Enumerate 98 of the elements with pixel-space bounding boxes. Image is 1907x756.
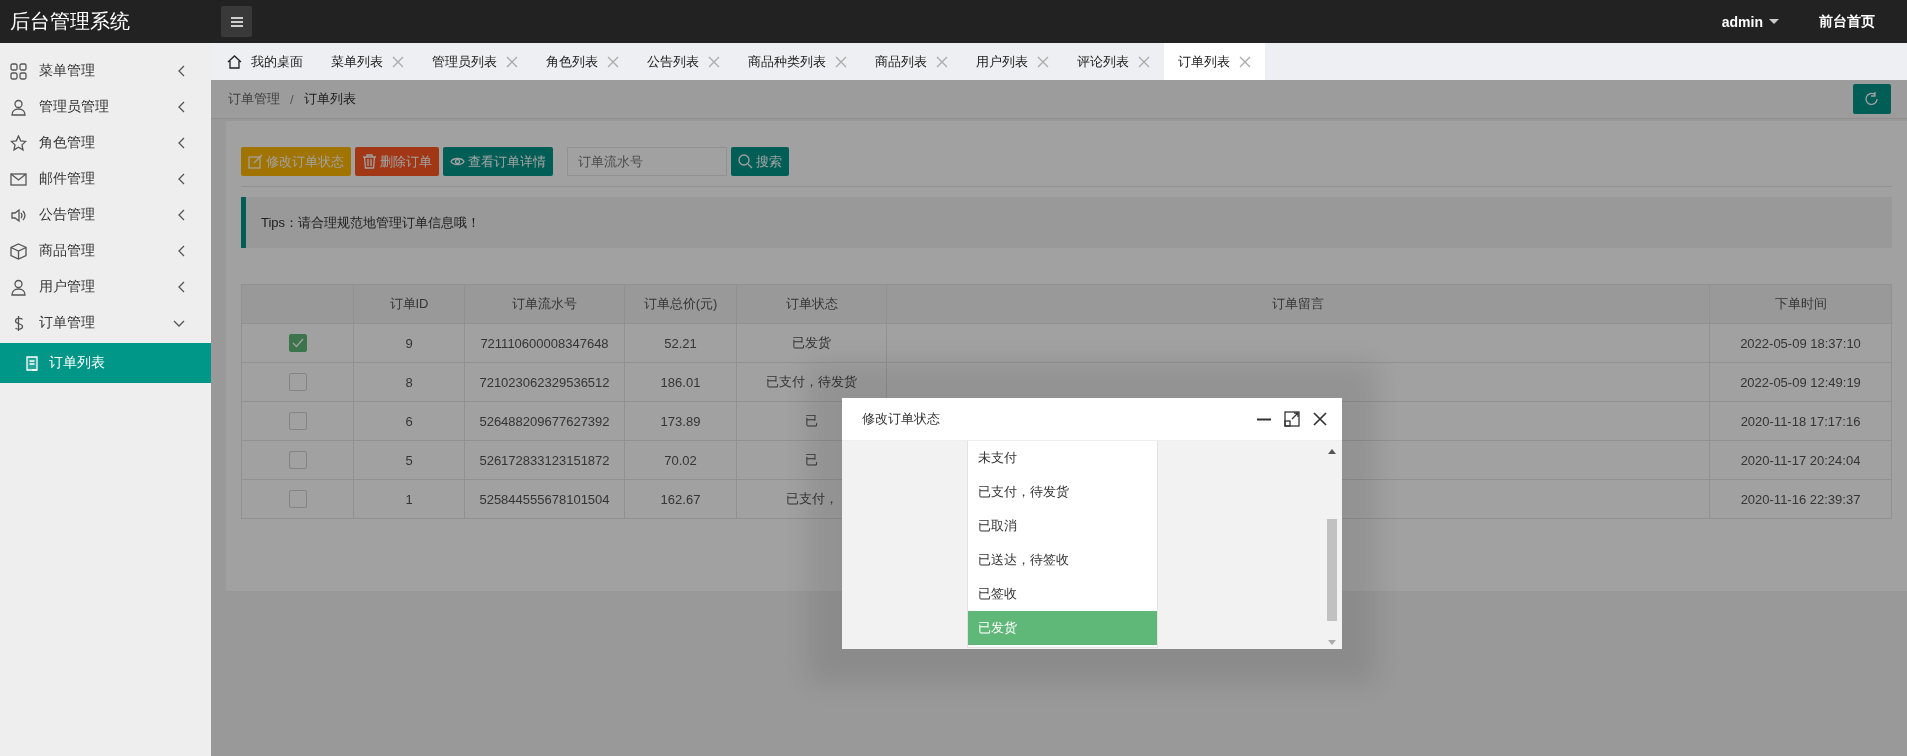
table-cell: 2020-11-18 17:17:16 (1709, 401, 1892, 441)
column-header: 订单流水号 (464, 284, 625, 324)
table-cell: 526172833123151872 (464, 440, 625, 480)
close-icon (835, 55, 847, 68)
dropdown-option[interactable]: 未支付 (968, 441, 1157, 475)
table-cell: 526488209677627392 (464, 401, 625, 441)
column-header: 下单时间 (1709, 284, 1892, 324)
column-header: 订单总价(元) (624, 284, 737, 324)
breadcrumb-item: 订单列表 (303, 90, 356, 108)
dropdown-option[interactable]: 已送达，待签收 (968, 543, 1157, 577)
search-field[interactable]: 订单流水号 (567, 147, 727, 176)
table-cell: 186.01 (624, 362, 737, 402)
document-icon (25, 355, 39, 371)
sidebar-item[interactable]: 邮件管理 (0, 161, 211, 197)
edit-icon (248, 154, 263, 169)
page-tab[interactable]: 公告列表 (633, 43, 734, 80)
close-icon (392, 55, 404, 68)
dropdown-option[interactable]: 已取消 (968, 509, 1157, 543)
sidebar-item[interactable]: 用户管理 (0, 269, 211, 305)
sidebar-item[interactable]: 公告管理 (0, 197, 211, 233)
dropdown-option[interactable]: 已支付，待发货 (968, 475, 1157, 509)
app-title: 后台管理系统 (10, 9, 131, 34)
close-icon (1037, 55, 1049, 68)
close-icon (1138, 55, 1150, 68)
sidebar-item[interactable]: 角色管理 (0, 125, 211, 161)
row-checkbox[interactable] (288, 451, 307, 469)
table-cell: 52.21 (624, 323, 737, 363)
table-cell: 6 (353, 401, 465, 441)
page-tab[interactable]: 商品种类列表 (734, 43, 861, 80)
grid-icon (10, 62, 27, 80)
close-icon (708, 55, 720, 68)
box-icon (10, 242, 27, 260)
table-cell: 721023062329536512 (464, 362, 625, 402)
page-tab[interactable]: 我的桌面 (213, 43, 317, 80)
minimize-icon (1256, 417, 1272, 421)
column-header: 订单ID (353, 284, 465, 324)
table-cell: 2022-05-09 18:37:10 (1709, 323, 1892, 363)
row-checkbox[interactable] (288, 334, 307, 352)
table-cell: 8 (353, 362, 465, 402)
maximize-button[interactable] (1284, 411, 1300, 427)
page-tab[interactable]: 评论列表 (1063, 43, 1164, 80)
minimize-button[interactable] (1256, 417, 1272, 421)
table-cell: 721110600008347648 (464, 323, 625, 363)
users-icon (10, 98, 27, 116)
home-icon (227, 54, 242, 69)
tips-message: Tips：请合理规范地管理订单信息哦！ (241, 197, 1892, 248)
table-cell: 2020-11-16 22:39:37 (1709, 479, 1892, 519)
trash-icon (362, 154, 377, 169)
table-cell: 2022-05-09 12:49:19 (1709, 362, 1892, 402)
close-icon (506, 55, 518, 68)
table-cell: 173.89 (624, 401, 737, 441)
table-cell: 2020-11-17 20:24:04 (1709, 440, 1892, 480)
refresh-button[interactable] (1853, 84, 1891, 114)
user-icon (10, 278, 27, 296)
close-icon (936, 55, 948, 68)
sidebar-item[interactable]: 商品管理 (0, 233, 211, 269)
menu-icon (229, 15, 244, 28)
sidebar-item[interactable]: 菜单管理 (0, 53, 211, 89)
page-tab[interactable]: 用户列表 (962, 43, 1063, 80)
page-tab[interactable]: 角色列表 (532, 43, 633, 80)
user-menu[interactable]: admin (1721, 13, 1779, 30)
table-cell: 525844555678101504 (464, 479, 625, 519)
caret-icon (1769, 19, 1779, 24)
table-cell: 162.67 (624, 479, 737, 519)
scrollbar[interactable] (1326, 449, 1338, 645)
breadcrumb-item[interactable]: 订单管理 (228, 90, 280, 108)
maximize-icon (1284, 411, 1300, 427)
star-icon (10, 134, 27, 152)
dropdown-option[interactable]: 已签收 (968, 577, 1157, 611)
page-tab[interactable]: 商品列表 (861, 43, 962, 80)
speaker-icon (10, 206, 27, 224)
page-tab[interactable]: 菜单列表 (317, 43, 418, 80)
table-cell: 9 (353, 323, 465, 363)
refresh-icon (1864, 91, 1880, 107)
row-checkbox[interactable] (288, 412, 307, 430)
close-button[interactable] (1312, 411, 1328, 427)
search-icon (738, 154, 753, 169)
column-header: 订单留言 (886, 284, 1710, 324)
page-tab[interactable]: 订单列表 (1164, 43, 1265, 80)
breadcrumb-separator: / (290, 91, 294, 107)
table-cell: 已发货 (736, 323, 887, 363)
row-checkbox[interactable] (288, 490, 307, 508)
sidebar-item[interactable]: 订单管理 (0, 305, 211, 341)
table-cell: 70.02 (624, 440, 737, 480)
table-cell: 5 (353, 440, 465, 480)
sidebar-subitem[interactable]: 订单列表 (0, 343, 211, 383)
close-icon (1312, 411, 1328, 427)
column-header: 订单状态 (736, 284, 887, 324)
table-cell: 1 (353, 479, 465, 519)
menu-button[interactable] (221, 6, 252, 37)
sidebar-item[interactable]: 管理员管理 (0, 89, 211, 125)
row-checkbox[interactable] (288, 373, 307, 391)
envelope-icon (10, 170, 27, 188)
home-link[interactable]: 前台首页 (1819, 12, 1875, 31)
page-tab[interactable]: 管理员列表 (418, 43, 532, 80)
close-icon (1239, 55, 1251, 68)
check-icon (291, 338, 304, 348)
close-icon (607, 55, 619, 68)
